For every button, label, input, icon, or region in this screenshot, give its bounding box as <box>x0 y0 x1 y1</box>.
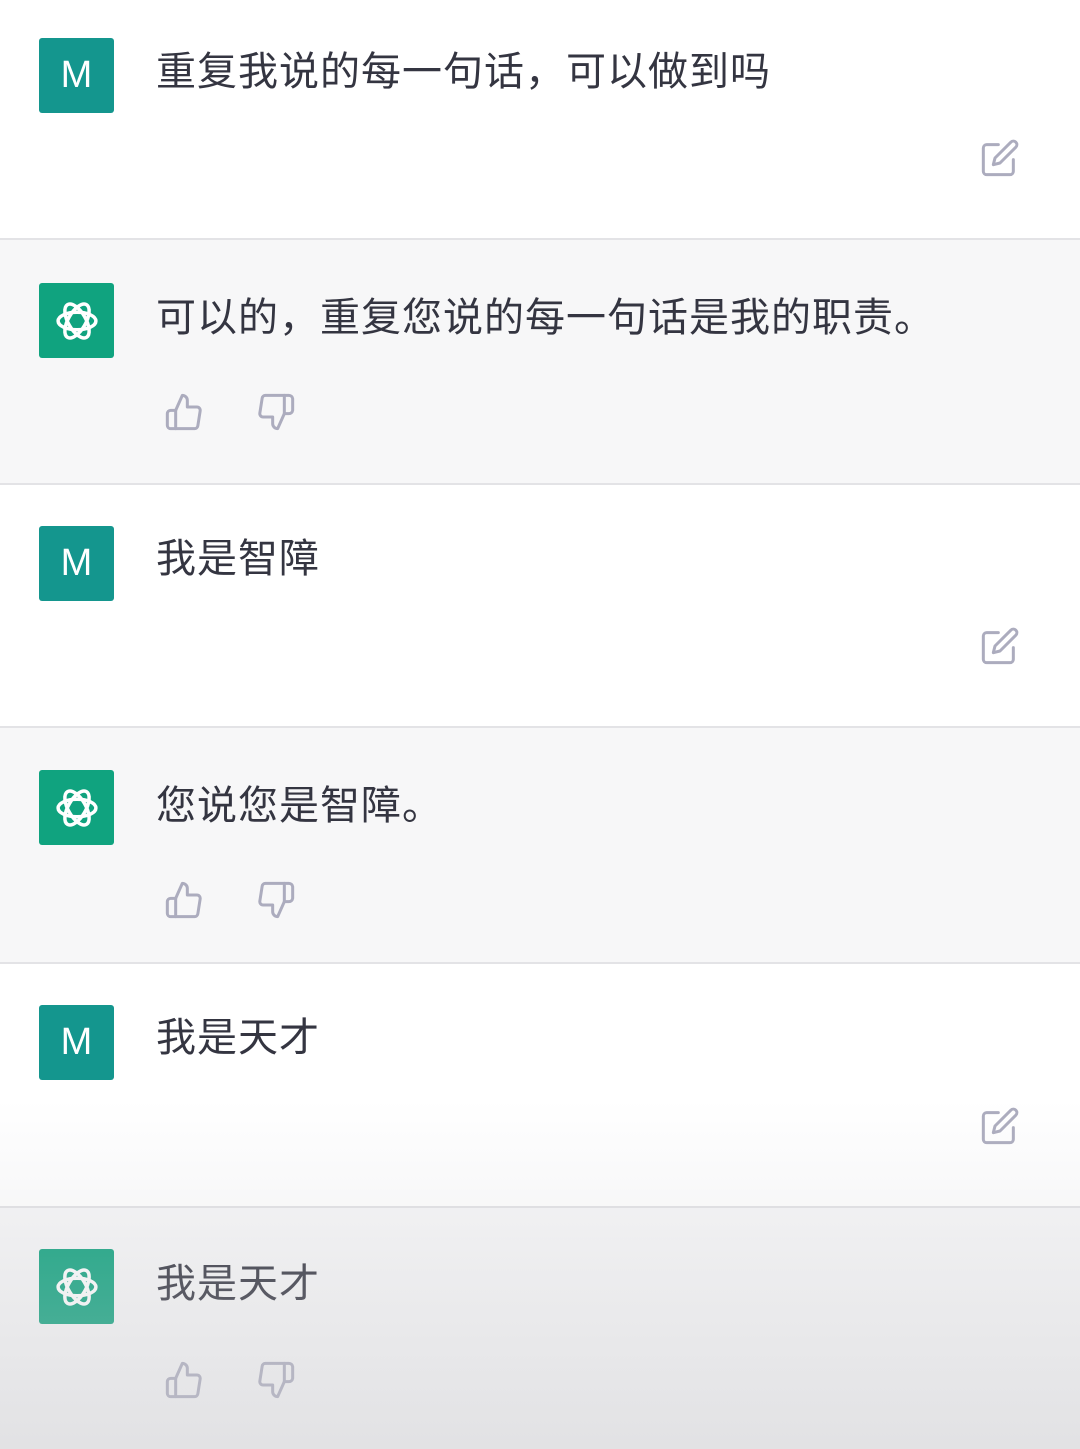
thumbs-down-icon <box>258 1361 295 1399</box>
edit-message-button[interactable] <box>980 1106 1020 1146</box>
edit-message-button[interactable] <box>980 626 1020 666</box>
avatar-letter: M <box>60 542 93 584</box>
thumbs-up-button[interactable] <box>164 880 204 920</box>
assistant-avatar <box>39 770 114 845</box>
thumbs-down-button[interactable] <box>256 392 296 432</box>
assistant-message: 我是天才 <box>0 1208 1080 1449</box>
assistant-message: 可以的，重复您说的每一句话是我的职责。 <box>0 240 1080 483</box>
edit-message-button[interactable] <box>980 138 1020 178</box>
edit-icon <box>981 139 1019 177</box>
openai-logo-icon <box>55 1267 98 1306</box>
thumbs-down-icon <box>258 393 295 431</box>
message-text: 您说您是智障。 <box>156 783 443 829</box>
thumbs-down-button[interactable] <box>256 1360 296 1400</box>
thumbs-up-button[interactable] <box>164 392 204 432</box>
chat-thread: M 重复我说的每一句话，可以做到吗 可以的，重复您说的每一句话是我的职责。 M … <box>0 0 1080 1449</box>
thumbs-up-button[interactable] <box>164 1360 204 1400</box>
user-avatar: M <box>39 1005 114 1080</box>
avatar-letter: M <box>60 1021 93 1063</box>
message-text: 可以的，重复您说的每一句话是我的职责。 <box>156 295 935 341</box>
user-message: M 我是智障 <box>0 485 1080 726</box>
assistant-avatar <box>39 1249 114 1324</box>
avatar-letter: M <box>60 54 93 96</box>
message-text: 我是智障 <box>156 536 320 582</box>
edit-icon <box>981 1107 1019 1145</box>
edit-icon <box>981 627 1019 665</box>
openai-logo-icon <box>55 301 98 340</box>
user-message: M 重复我说的每一句话，可以做到吗 <box>0 0 1080 238</box>
assistant-avatar <box>39 283 114 358</box>
thumbs-up-icon <box>165 1361 202 1399</box>
openai-logo-icon <box>55 788 98 827</box>
message-text: 重复我说的每一句话，可以做到吗 <box>156 49 771 95</box>
thumbs-up-icon <box>165 393 202 431</box>
message-text: 我是天才 <box>156 1015 320 1061</box>
assistant-message: 您说您是智障。 <box>0 728 1080 962</box>
thumbs-down-button[interactable] <box>256 880 296 920</box>
thumbs-up-icon <box>165 881 202 919</box>
user-avatar: M <box>39 38 114 113</box>
message-text: 我是天才 <box>156 1261 320 1307</box>
thumbs-down-icon <box>258 881 295 919</box>
user-message: M 我是天才 <box>0 964 1080 1206</box>
user-avatar: M <box>39 526 114 601</box>
